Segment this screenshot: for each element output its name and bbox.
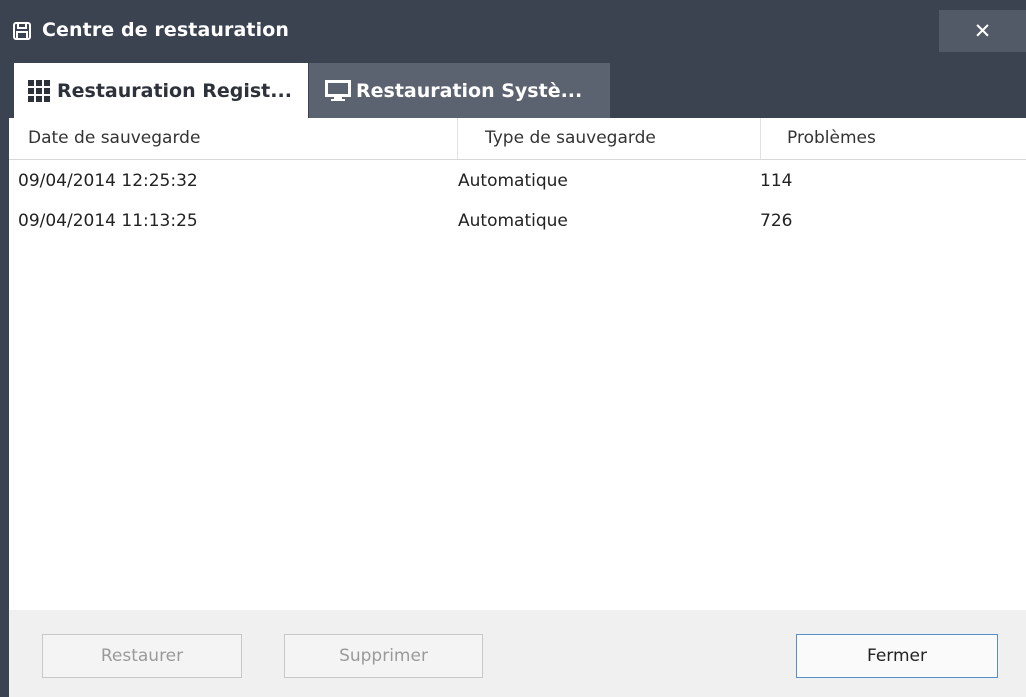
title-bar: Centre de restauration ✕: [0, 0, 1026, 63]
backup-type: Automatique: [458, 171, 568, 191]
close-window-button[interactable]: ✕: [939, 10, 1026, 52]
restore-button[interactable]: Restaurer: [42, 634, 242, 678]
table-header: Date de sauvegarde Type de sauvegarde Pr…: [9, 118, 1026, 160]
monitor-icon: [325, 79, 351, 101]
window-title: Centre de restauration: [42, 19, 289, 41]
tab-system-restore[interactable]: Restauration Systè...: [309, 63, 610, 118]
floppy-disk-icon: [13, 22, 31, 40]
column-header-type[interactable]: Type de sauvegarde: [458, 118, 761, 159]
problem-count: 726: [760, 211, 793, 231]
table-row[interactable]: 09/04/2014 11:13:25 Automatique 726: [9, 201, 1026, 241]
column-header-date[interactable]: Date de sauvegarde: [9, 118, 458, 159]
close-button[interactable]: Fermer: [796, 634, 998, 678]
backup-list: 09/04/2014 12:25:32 Automatique 114 09/0…: [9, 161, 1026, 241]
table-row[interactable]: 09/04/2014 12:25:32 Automatique 114: [9, 161, 1026, 201]
delete-button[interactable]: Supprimer: [284, 634, 483, 678]
backup-date: 09/04/2014 11:13:25: [18, 211, 198, 231]
problem-count: 114: [760, 171, 793, 191]
tab-label: Restauration Regist...: [57, 79, 292, 102]
close-icon: ✕: [973, 19, 992, 43]
backup-date: 09/04/2014 12:25:32: [18, 171, 198, 191]
restore-center-window: Centre de restauration ✕ Restauration Re…: [0, 0, 1026, 697]
tab-bar: Restauration Regist... Restauration Syst…: [0, 63, 1026, 118]
button-bar: Restaurer Supprimer Fermer: [9, 610, 1026, 697]
grid-icon: [28, 79, 50, 102]
backup-type: Automatique: [458, 211, 568, 231]
tab-label: Restauration Systè...: [356, 79, 583, 102]
tab-registry-restore[interactable]: Restauration Regist...: [14, 63, 308, 118]
column-header-problems[interactable]: Problèmes: [761, 118, 1026, 159]
